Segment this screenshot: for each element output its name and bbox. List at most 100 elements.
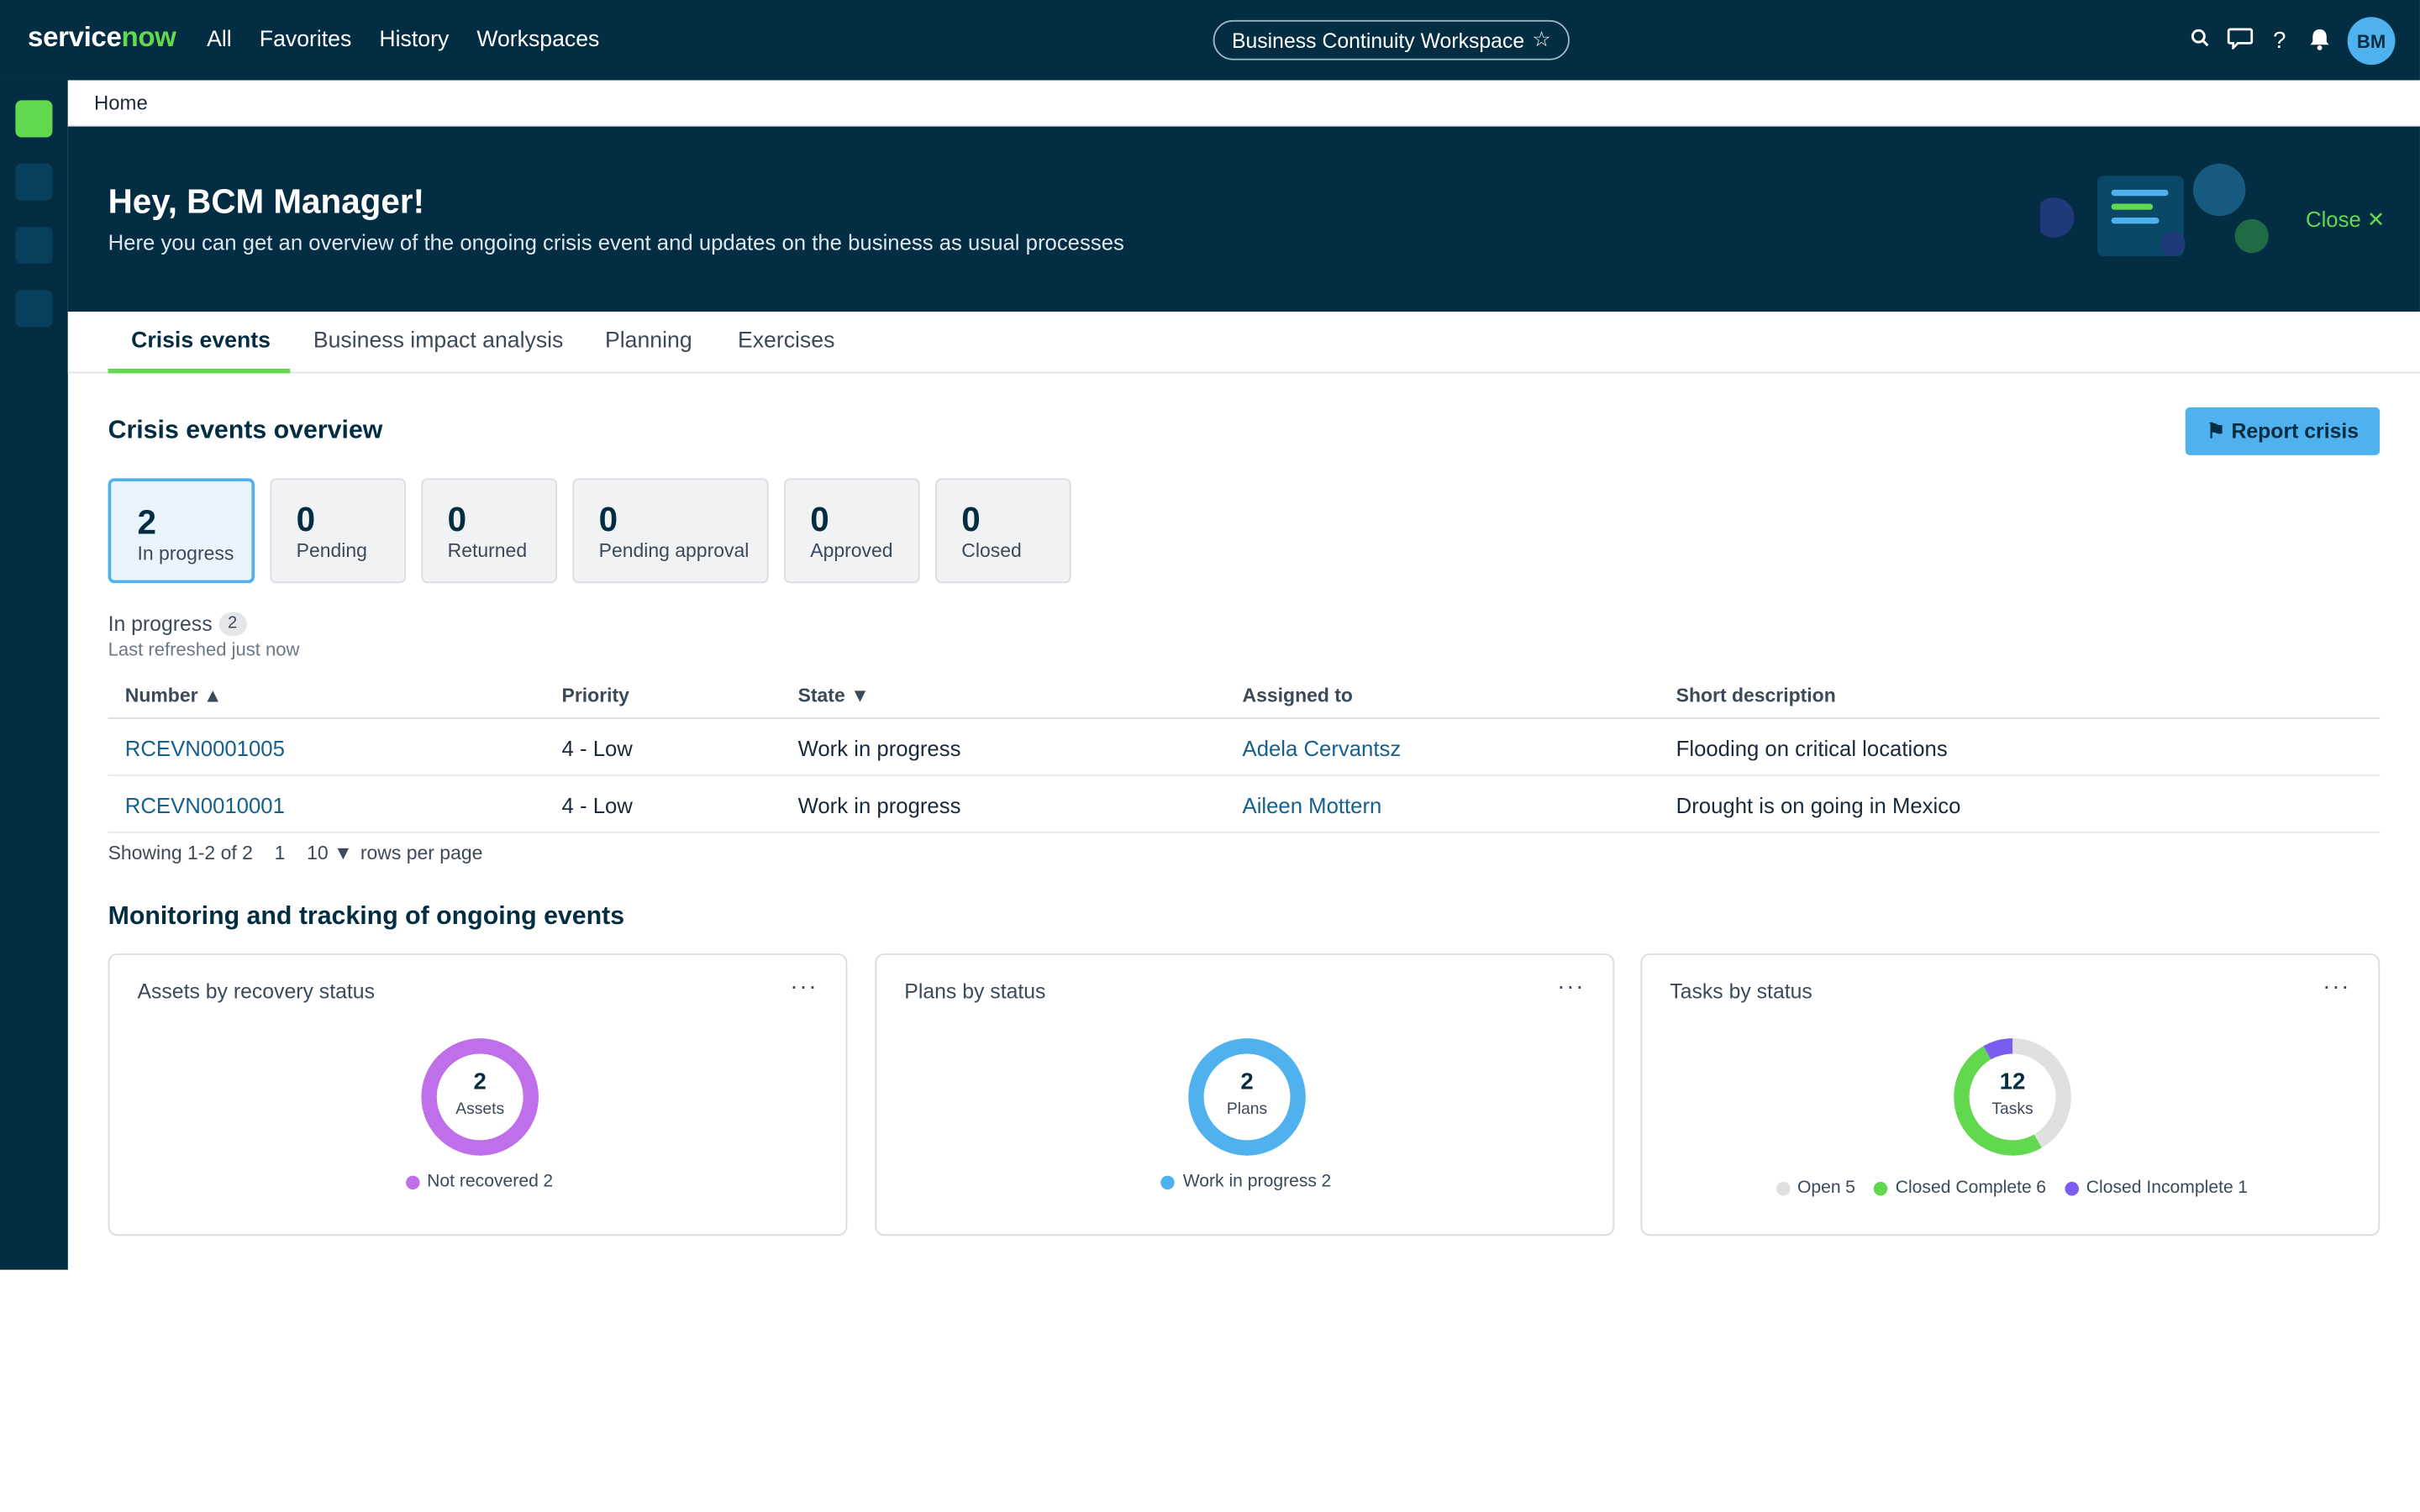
more-options-icon[interactable]: ··· — [790, 974, 818, 1000]
welcome-subtitle: Here you can get an overview of the ongo… — [108, 229, 1124, 255]
nav-all[interactable]: All — [207, 28, 232, 52]
rows-per-page-select[interactable]: 10 ▼ — [307, 843, 353, 864]
sidebar-item-2[interactable] — [15, 163, 53, 201]
legend-item[interactable]: Closed Incomplete 1 — [2065, 1179, 2248, 1197]
legend-dot — [1161, 1174, 1176, 1189]
stat-label: Returned — [447, 539, 528, 562]
stat-label: Closed — [961, 539, 1022, 562]
legend-value: 5 — [1845, 1179, 1855, 1198]
legend-label: Closed Complete — [1895, 1179, 2032, 1198]
rows-per-page: 10 ▼ rows per page — [307, 843, 482, 864]
more-options-icon[interactable]: ··· — [2323, 974, 2350, 1000]
crisis-overview-title: Crisis events overview — [108, 416, 383, 444]
column-header-state[interactable]: State ▼ — [798, 685, 870, 706]
stat-value: 0 — [447, 500, 467, 539]
column-header-priority[interactable]: Priority — [562, 685, 629, 706]
servicenow-logo[interactable]: servicenow — [28, 22, 176, 55]
priority-cell: 4 - Low — [561, 793, 633, 818]
record-number-link[interactable]: RCEVN0010001 — [125, 793, 285, 817]
legend-item[interactable]: Work in progress 2 — [1161, 1173, 1331, 1191]
table-header: Number ▲ Priority State ▼ Assigned to Sh… — [108, 673, 2381, 719]
stat-label: In progress — [137, 543, 234, 565]
sidebar-item-3[interactable] — [15, 226, 53, 265]
pagination-summary: Showing 1-2 of 2 — [108, 842, 253, 864]
stat-value: 2 — [137, 502, 156, 542]
top-right-actions: ? BM — [2187, 17, 2396, 66]
legend-dot — [2065, 1180, 2079, 1195]
donut-total: 12 — [1999, 1068, 2026, 1096]
tasks-chart-card: Tasks by status ··· 12 Tasks Open 5 Close… — [1640, 953, 2381, 1236]
chat-icon[interactable] — [2227, 26, 2254, 55]
nav-workspaces[interactable]: Workspaces — [476, 28, 599, 52]
card-title: Assets by recovery status — [137, 979, 375, 1003]
tab-planning[interactable]: Planning — [605, 328, 692, 353]
stat-in-progress[interactable]: 2 In progress — [108, 478, 255, 584]
column-header-short-description[interactable]: Short description — [1676, 685, 1836, 706]
pagination-page-1[interactable]: 1 — [275, 843, 286, 864]
tab-crisis-events[interactable]: Crisis events — [131, 328, 271, 353]
stat-value: 0 — [810, 500, 829, 539]
bell-icon[interactable] — [2307, 25, 2332, 56]
main-nav: All Favorites History Workspaces — [207, 28, 599, 52]
tab-exercises[interactable]: Exercises — [738, 328, 834, 353]
assigned-to-link[interactable]: Adela Cervantsz — [1243, 736, 1402, 760]
breadcrumb: Home — [67, 80, 2420, 127]
help-icon[interactable]: ? — [2267, 28, 2291, 54]
stat-value: 0 — [961, 500, 981, 539]
report-crisis-label: Report crisis — [2231, 419, 2360, 444]
tab-business-impact-analysis[interactable]: Business impact analysis — [313, 328, 564, 353]
stat-pending-approval[interactable]: 0 Pending approval — [572, 478, 769, 584]
assigned-to-link[interactable]: Aileen Mottern — [1243, 793, 1382, 817]
column-header-number[interactable]: Number ▲ — [125, 685, 223, 706]
nav-history[interactable]: History — [379, 28, 449, 52]
legend-label: Work in progress — [1182, 1172, 1317, 1191]
legend-value: 2 — [543, 1172, 554, 1191]
donut-chart — [1188, 1038, 1306, 1156]
stat-closed[interactable]: 0 Closed — [935, 478, 1071, 584]
breadcrumb-home[interactable]: Home — [94, 91, 148, 114]
nav-favorites[interactable]: Favorites — [260, 28, 352, 52]
legend-dot — [1776, 1180, 1790, 1195]
legend-item[interactable]: Open 5 — [1776, 1179, 1855, 1197]
stat-label: Pending approval — [598, 539, 750, 562]
report-crisis-button[interactable]: ⚑ Report crisis — [2185, 407, 2381, 455]
column-header-assigned-to[interactable]: Assigned to — [1243, 685, 1353, 706]
chart-legend: Work in progress 2 — [876, 1173, 1616, 1191]
workspace-selector[interactable]: Business Continuity Workspace ☆ — [1213, 19, 1570, 60]
rows-per-page-label: rows per page — [360, 842, 483, 864]
donut-segment-work-in-progress[interactable] — [1188, 1038, 1306, 1156]
flag-icon: ⚑ — [2206, 418, 2226, 443]
stat-pending[interactable]: 0 Pending — [270, 478, 407, 584]
chart-legend: Open 5 Closed Complete 6 Closed Incomplete… — [1642, 1179, 2381, 1197]
legend-item[interactable]: Not recovered 2 — [405, 1173, 553, 1191]
stat-approved[interactable]: 0 Approved — [784, 478, 920, 584]
stat-label: Approved — [810, 539, 893, 562]
banner-illustration — [2040, 163, 2269, 256]
logo-text-now: now — [121, 21, 176, 53]
sidebar-item-home[interactable] — [15, 100, 53, 138]
stat-value: 0 — [598, 500, 618, 539]
donut-segment-not-recovered[interactable] — [421, 1038, 539, 1156]
sidebar-item-4[interactable] — [15, 290, 53, 328]
donut-unit: Plans — [1226, 1100, 1268, 1119]
table-row: RCEVN0001005 4 - Low Work in progress Ad… — [108, 719, 2381, 776]
more-options-icon[interactable]: ··· — [1557, 974, 1585, 1000]
legend-item[interactable]: Closed Complete 6 — [1873, 1179, 2046, 1198]
state-cell: Work in progress — [797, 736, 961, 761]
workspace-name: Business Continuity Workspace — [1231, 28, 1525, 52]
list-heading: In progress 2 — [108, 612, 247, 636]
welcome-banner: Hey, BCM Manager! Here you can get an ov… — [67, 126, 2420, 312]
legend-dot — [1873, 1180, 1888, 1195]
list-count-badge: 2 — [218, 612, 247, 636]
record-number-link[interactable]: RCEVN0001005 — [125, 736, 285, 760]
donut-unit: Assets — [455, 1100, 505, 1119]
donut-unit: Tasks — [1991, 1100, 2033, 1119]
search-icon[interactable] — [2187, 28, 2212, 54]
user-avatar[interactable]: BM — [2347, 17, 2396, 66]
banner-close-button[interactable]: Close ✕ — [2306, 207, 2385, 233]
stat-returned[interactable]: 0 Returned — [421, 478, 558, 584]
top-navigation-bar: servicenow All Favorites History Workspa… — [0, 0, 2420, 81]
description-cell: Flooding on critical locations — [1676, 736, 1948, 761]
favorite-star-icon[interactable]: ☆ — [1532, 28, 1550, 52]
card-title: Tasks by status — [1670, 979, 1812, 1003]
